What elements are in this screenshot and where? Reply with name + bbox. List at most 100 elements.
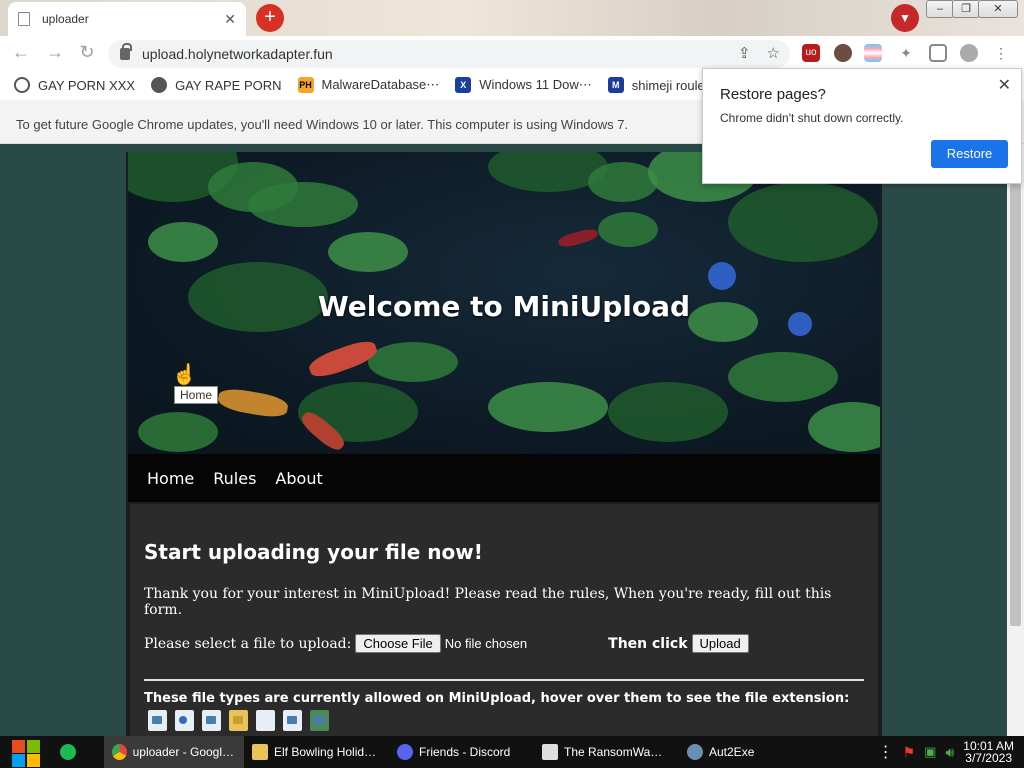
restore-pages-popup: Restore pages? Chrome didn't shut down c… <box>702 68 1022 184</box>
bookmark-item[interactable]: GAY RAPE PORN <box>151 77 282 93</box>
select-file-label: Please select a file to upload: <box>144 635 352 652</box>
windows-logo-icon <box>12 740 25 753</box>
extension-avatar-icon[interactable] <box>834 44 852 62</box>
page-favicon-icon <box>18 12 30 26</box>
volume-icon[interactable]: 🔊︎ <box>945 744 954 761</box>
video-icon[interactable] <box>202 710 221 731</box>
file-types-text: These file types are currently allowed o… <box>144 691 850 706</box>
text-file-icon[interactable] <box>283 710 302 731</box>
file-type-icons <box>144 710 864 731</box>
tab-search-button[interactable]: ▼ <box>891 4 919 32</box>
minimize-button[interactable]: – <box>926 0 954 18</box>
taskbar-item[interactable]: Friends - Discord <box>389 736 534 768</box>
bookmark-item[interactable]: GAY PORN XXX <box>14 77 135 93</box>
folder-icon <box>252 744 268 760</box>
tab-title: uploader <box>42 12 89 26</box>
blank-file-icon[interactable] <box>256 710 275 731</box>
taskbar-spotify[interactable] <box>52 736 104 768</box>
taskbar-item[interactable]: The RansomWa… <box>534 736 679 768</box>
main-nav: Home Rules About <box>128 454 880 502</box>
bookmark-globe-icon <box>151 77 168 93</box>
browser-tab[interactable]: uploader ✕ <box>8 2 246 36</box>
chrome-icon <box>112 744 127 760</box>
x-icon: X <box>455 77 472 93</box>
discord-icon <box>397 744 413 760</box>
taskbar-label: Friends - Discord <box>419 745 511 759</box>
music-icon[interactable] <box>175 710 194 731</box>
share-icon[interactable]: ⇪ <box>738 44 751 62</box>
mt-icon: M <box>607 77 624 93</box>
taskbar-label: uploader - Googl… <box>132 745 234 759</box>
taskbar-label: The RansomWa… <box>564 745 663 759</box>
then-click-label: Then click <box>608 635 688 652</box>
upload-heading: Start uploading your file now! <box>144 540 483 564</box>
bookmark-item[interactable]: PH MalwareDatabase⋯ <box>297 77 440 93</box>
url-text: upload.holynetworkadapter.fun <box>142 46 333 62</box>
nav-home[interactable]: Home <box>147 469 194 488</box>
back-icon[interactable]: ← <box>10 42 32 63</box>
no-file-text: No file chosen <box>444 636 528 651</box>
spotify-icon <box>60 744 76 760</box>
flag-extension-icon[interactable] <box>864 44 882 62</box>
clock-date: 3/7/2023 <box>965 751 1012 765</box>
profile-icon[interactable] <box>960 44 978 62</box>
menu-kebab-icon[interactable]: ⋮ <box>992 44 1010 62</box>
tab-close-icon[interactable]: ✕ <box>224 11 236 28</box>
scrollbar-thumb[interactable] <box>1010 184 1021 626</box>
taskbar-item[interactable]: Elf Bowling Holid… <box>244 736 389 768</box>
pornhub-icon: PH <box>297 77 314 93</box>
ublock-extension-icon[interactable]: uo <box>802 44 820 62</box>
page-scrollbar[interactable] <box>1007 144 1024 736</box>
clock[interactable]: 10:01 AM 3/7/2023 <box>963 740 1014 764</box>
choose-file-button[interactable]: Choose File <box>355 634 441 653</box>
browser-toolbar: ← → ↻ upload.holynetworkadapter.fun ⇪ ☆ … <box>0 36 1024 70</box>
bookmark-globe-icon <box>14 77 30 93</box>
popup-close-icon[interactable]: ✕ <box>998 75 1011 95</box>
popup-title: Restore pages? <box>720 86 826 103</box>
bookmark-star-icon[interactable]: ☆ <box>767 44 780 62</box>
taskbar-item[interactable]: Aut2Exe <box>679 736 809 768</box>
start-button[interactable] <box>0 736 52 768</box>
upload-section: Start uploading your file now! Thank you… <box>130 504 878 736</box>
hero-banner: Welcome to MiniUpload ☝ Home <box>128 152 880 454</box>
forward-icon[interactable]: → <box>44 42 66 63</box>
divider <box>144 679 864 681</box>
address-bar[interactable]: upload.holynetworkadapter.fun ⇪ ☆ <box>108 40 790 68</box>
taskbar-item[interactable]: uploader - Googl… <box>104 736 244 768</box>
bookmark-label: MalwareDatabase⋯ <box>321 77 440 92</box>
maximize-button[interactable]: ❐ <box>952 0 980 18</box>
intro-text: Thank you for your interest in MiniUploa… <box>144 586 832 618</box>
side-panel-icon[interactable] <box>929 44 947 62</box>
tray-overflow-icon[interactable]: ⋮ <box>878 742 894 762</box>
document-icon[interactable] <box>148 710 167 731</box>
infobar-text: To get future Google Chrome updates, you… <box>16 117 629 132</box>
new-tab-button[interactable]: + <box>256 4 284 32</box>
upload-button[interactable]: Upload <box>691 634 749 653</box>
close-window-button[interactable]: ✕ <box>978 0 1018 18</box>
hero-title: Welcome to MiniUpload <box>317 290 691 323</box>
folder-icon[interactable] <box>229 710 248 731</box>
nav-about[interactable]: About <box>275 469 322 488</box>
bookmark-label: Windows 11 Dow⋯ <box>479 77 592 92</box>
restore-button[interactable]: Restore <box>931 140 1008 168</box>
action-center-flag-icon[interactable]: ⚑ <box>903 744 916 761</box>
window-icon <box>542 744 558 760</box>
extensions-puzzle-icon[interactable]: ✦ <box>897 44 915 62</box>
bookmark-item[interactable]: X Windows 11 Dow⋯ <box>455 77 592 93</box>
windows-taskbar: uploader - Googl… Elf Bowling Holid… Fri… <box>0 736 1024 768</box>
lock-icon[interactable] <box>120 43 132 60</box>
reload-icon[interactable]: ↻ <box>76 42 98 63</box>
image-icon[interactable] <box>310 710 329 731</box>
nav-rules[interactable]: Rules <box>213 469 256 488</box>
bookmark-label: GAY PORN XXX <box>38 77 136 93</box>
taskbar-label: Aut2Exe <box>709 745 755 759</box>
page-container: Welcome to MiniUpload ☝ Home Home Rules … <box>126 152 882 736</box>
upload-form: Please select a file to upload: Choose F… <box>144 634 864 653</box>
popup-message: Chrome didn't shut down correctly. <box>720 111 904 125</box>
bookmark-label: GAY RAPE PORN <box>175 77 282 93</box>
taskbar-label: Elf Bowling Holid… <box>274 745 377 759</box>
network-icon[interactable]: ▣ <box>924 744 936 760</box>
system-tray: ⋮ ⚑ ▣ 🔊︎ 10:01 AM 3/7/2023 <box>878 740 1024 764</box>
tab-strip: uploader ✕ + ▼ – ❐ ✕ <box>0 0 1024 36</box>
autoit-icon <box>687 744 703 760</box>
